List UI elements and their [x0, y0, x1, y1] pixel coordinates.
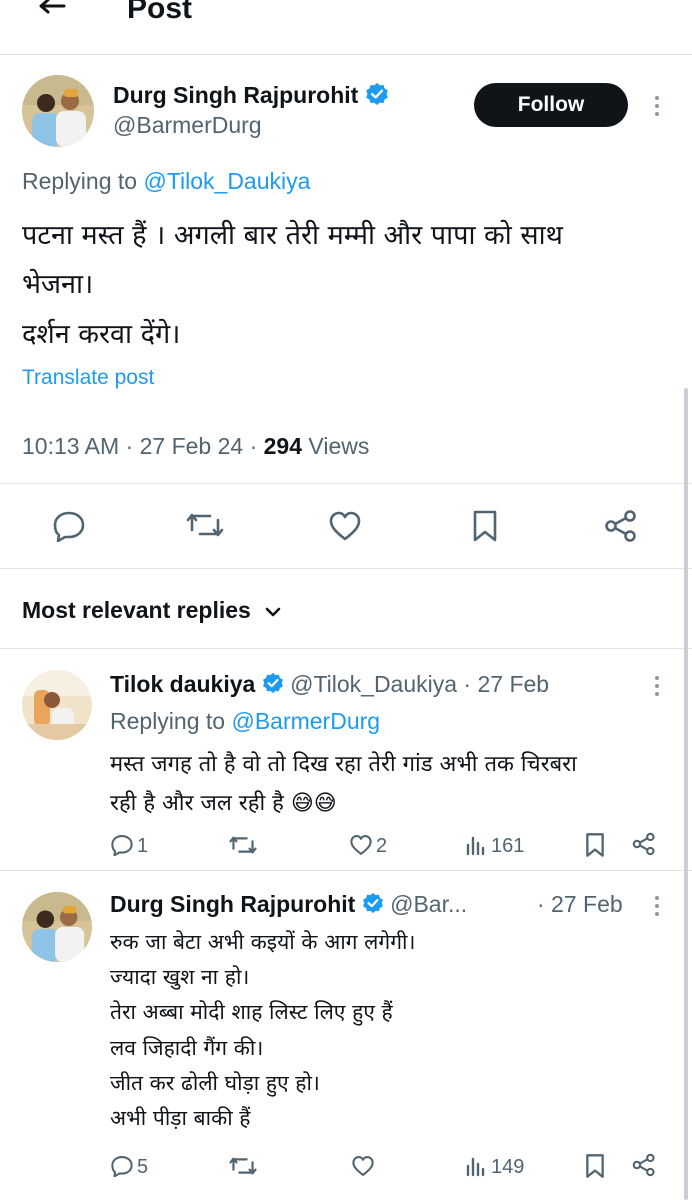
post-text-line-3: दर्शन करवा देंगे। — [22, 319, 181, 350]
verified-badge-icon — [362, 892, 384, 920]
follow-button[interactable]: Follow — [474, 83, 628, 127]
translate-post-link[interactable]: Translate post — [22, 366, 154, 390]
author-avatar[interactable] — [22, 75, 94, 147]
reply-avatar[interactable] — [22, 892, 92, 962]
verified-badge-icon — [365, 82, 389, 112]
reply-divider — [0, 870, 692, 871]
like-icon[interactable] — [328, 510, 362, 542]
chevron-down-icon — [265, 606, 281, 618]
reply-text-line-3: तेरा अब्बा मोदी शाह लिस्ट लिए हुए हैं — [110, 1000, 393, 1024]
scrollbar[interactable] — [684, 388, 688, 1200]
reply-header-row[interactable]: Tilok daukiya @Tilok_Daukiya · 27 Feb — [110, 671, 549, 700]
views-label: Views — [302, 433, 370, 459]
reply-text-line-5: जीत कर ढोली घोड़ा हुए हो। — [110, 1071, 320, 1095]
reply-author-name: Durg Singh Rajpurohit — [110, 891, 356, 917]
reply-like-count: 2 — [376, 835, 388, 857]
most-relevant-replies-dropdown[interactable]: Most relevant replies — [22, 597, 281, 624]
reply-views-icon[interactable] — [465, 1155, 487, 1177]
author-handle[interactable]: @BarmerDurg — [113, 112, 262, 139]
reply-more-options-icon[interactable] — [654, 896, 660, 920]
replying-to-line: Replying to @Tilok_Daukiya — [22, 168, 311, 194]
replies-sort-label: Most relevant replies — [22, 597, 251, 623]
verified-badge-icon — [262, 672, 284, 700]
reply-text-line-1: मस्त जगह तो है वो तो दिख रहा तेरी गांड अ… — [110, 752, 577, 777]
back-arrow-icon[interactable] — [36, 0, 66, 16]
reply-bookmark-icon[interactable] — [585, 832, 605, 858]
reply-like-icon[interactable] — [349, 834, 373, 856]
author-name: Durg Singh Rajpurohit — [113, 82, 359, 109]
reply-repost-icon[interactable] — [229, 834, 257, 856]
reply-views-count: 161 — [491, 835, 525, 857]
reply-comment-icon[interactable] — [110, 1155, 134, 1177]
reply-text-line-2: ज्यादा खुश ना हो। — [110, 965, 250, 989]
header-divider — [0, 54, 692, 55]
reply-views-icon[interactable] — [465, 834, 487, 856]
reply-replying-to-link[interactable]: @BarmerDurg — [231, 708, 380, 734]
reply-share-icon[interactable] — [632, 1153, 656, 1177]
repost-icon[interactable] — [186, 510, 224, 540]
post-text-line-1: पटना मस्त हैं । अगली बार तेरी मम्मी और प… — [22, 220, 563, 251]
post-meta-divider — [0, 483, 692, 484]
bookmark-icon[interactable] — [472, 509, 498, 543]
reply-date: · 27 Feb — [537, 891, 623, 917]
reply-replying-to-line: Replying to @BarmerDurg — [110, 708, 381, 734]
share-icon[interactable] — [604, 509, 638, 543]
replies-header-divider — [0, 648, 692, 649]
reply-comment-count: 1 — [137, 835, 149, 857]
reply-more-options-icon[interactable] — [654, 676, 660, 700]
post-time: 10:13 AM · 27 Feb 24 · — [22, 433, 264, 459]
post-text-line-2: भेजना। — [22, 269, 94, 300]
reply-header-row[interactable]: Durg Singh Rajpurohit @Bar... — [110, 891, 467, 920]
reply-like-icon[interactable] — [351, 1155, 375, 1177]
reply-author-name: Tilok daukiya — [110, 671, 256, 697]
post-timestamp-views: 10:13 AM · 27 Feb 24 · 294 Views — [22, 433, 369, 460]
views-count: 294 — [263, 433, 303, 459]
reply-avatar[interactable] — [22, 670, 92, 740]
reply-text-line-4: लव जिहादी गैंग की। — [110, 1036, 264, 1060]
reply-views-count: 149 — [491, 1156, 525, 1178]
reply-comment-count: 5 — [137, 1156, 149, 1178]
reply-bookmark-icon[interactable] — [585, 1153, 605, 1179]
reply-icon[interactable] — [52, 510, 86, 542]
reply-comment-icon[interactable] — [110, 834, 134, 856]
reply-handle: @Bar... — [390, 891, 468, 917]
actions-divider — [0, 568, 692, 569]
reply-handle-date: @Tilok_Daukiya · 27 Feb — [290, 671, 550, 697]
reply-repost-icon[interactable] — [229, 1155, 257, 1177]
reply-text-line-6: अभी पीड़ा बाकी हैं — [110, 1106, 251, 1130]
reply-text-line-1: रुक जा बेटा अभी कइयों के आग लगेगी। — [110, 930, 416, 954]
more-options-icon[interactable] — [654, 96, 660, 120]
reply-text-line-2: रही है और जल रही है 😅😅 — [110, 791, 337, 816]
page-title: Post — [127, 0, 193, 25]
reply-share-icon[interactable] — [632, 832, 656, 856]
replying-to-link[interactable]: @Tilok_Daukiya — [143, 168, 310, 194]
author-name-row[interactable]: Durg Singh Rajpurohit — [113, 82, 389, 112]
